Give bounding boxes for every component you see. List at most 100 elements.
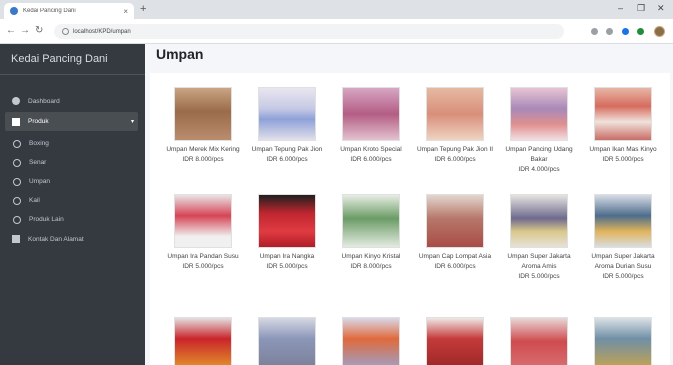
minimize-button[interactable]: – <box>618 3 623 13</box>
product-item[interactable] <box>581 317 665 365</box>
product-item[interactable]: Umpan Ikan Mas Kinyo IDR 5.000/pcs <box>581 87 665 165</box>
extension-icon-2[interactable] <box>637 28 644 35</box>
page-title: Umpan <box>156 46 204 62</box>
product-name: Umpan Kinyo Kristal <box>341 253 401 260</box>
product-price: IDR 5.000/pcs <box>182 263 224 270</box>
product-name: Umpan Cap Lompat Asia <box>418 253 492 260</box>
product-image[interactable] <box>258 87 316 141</box>
product-item[interactable] <box>161 317 245 365</box>
circle-icon <box>13 139 21 148</box>
product-image[interactable] <box>258 317 316 365</box>
close-window-button[interactable]: ✕ <box>657 3 665 14</box>
profile-avatar[interactable] <box>654 26 665 37</box>
site-favicon-icon <box>10 7 18 15</box>
product-image[interactable] <box>594 317 652 365</box>
product-item[interactable]: Umpan Ira Nangka IDR 5.000/pcs <box>245 194 329 272</box>
tab-close-button[interactable]: × <box>123 7 128 16</box>
product-item[interactable] <box>497 317 581 365</box>
dashboard-icon <box>12 97 20 105</box>
sidebar-item-label: Umpan <box>29 178 50 185</box>
circle-icon <box>13 158 21 167</box>
sidebar-menu: Dashboard Produk ▾ Boxing Senar Umpan Ka… <box>0 75 145 249</box>
product-image[interactable] <box>174 87 232 141</box>
product-item[interactable] <box>413 317 497 365</box>
bookmark-star-icon[interactable] <box>606 28 613 35</box>
reload-button[interactable]: ↻ <box>35 25 43 37</box>
product-item[interactable]: Umpan Cap Lompat Asia IDR 6.000/pcs <box>413 194 497 272</box>
browser-tab[interactable]: Kedai Pancing Dani × <box>4 3 134 19</box>
product-image[interactable] <box>342 87 400 141</box>
sidebar-item-label: Kontak Dan Alamat <box>28 235 84 243</box>
back-button[interactable]: ← <box>6 25 16 37</box>
product-image[interactable] <box>342 194 400 248</box>
url-text[interactable]: localhost/KPD/umpan <box>73 29 131 35</box>
product-image[interactable] <box>174 317 232 365</box>
sidebar-item-dashboard[interactable]: Dashboard <box>0 91 145 111</box>
product-item[interactable] <box>329 317 413 365</box>
circle-icon <box>13 177 21 186</box>
product-price: IDR 6.000/pcs <box>266 156 308 163</box>
sidebar-item-produk[interactable]: Produk ▾ <box>5 112 138 131</box>
product-card-container: Umpan Merek Mix Kering IDR 8.000/pcs Ump… <box>150 73 670 365</box>
product-image[interactable] <box>510 317 568 365</box>
product-name: Umpan Pancing Udang Bakar <box>505 146 573 163</box>
product-price: IDR 6.000/pcs <box>434 263 476 270</box>
sidebar-item-senar[interactable]: Senar <box>0 153 145 172</box>
maximize-button[interactable]: ❐ <box>637 3 645 14</box>
product-image[interactable] <box>510 87 568 141</box>
sidebar-item-label: Dashboard <box>28 97 60 105</box>
product-item[interactable]: Umpan Ira Pandan Susu IDR 5.000/pcs <box>161 194 245 272</box>
chevron-down-icon: ▾ <box>130 119 134 125</box>
product-item[interactable]: Umpan Super Jakarta Aroma Durian Susu ID… <box>581 194 665 282</box>
product-name: Umpan Ira Pandan Susu <box>167 253 239 260</box>
product-price: IDR 6.000/pcs <box>434 156 476 163</box>
product-image[interactable] <box>174 194 232 248</box>
product-item[interactable]: Umpan Super Jakarta Aroma Amis IDR 5.000… <box>497 194 581 282</box>
product-image[interactable] <box>426 194 484 248</box>
product-image[interactable] <box>426 87 484 141</box>
sidebar-item-label: Senar <box>29 159 47 166</box>
product-name: Umpan Ira Nangka <box>259 253 315 260</box>
box-icon <box>12 117 20 126</box>
product-image[interactable] <box>342 317 400 365</box>
url-field[interactable]: localhost/KPD/umpan <box>54 24 564 39</box>
product-price: IDR 5.000/pcs <box>602 156 644 163</box>
extension-icon[interactable] <box>622 28 629 35</box>
product-item[interactable]: Umpan Pancing Udang Bakar IDR 4.000/pcs <box>497 87 581 175</box>
product-image[interactable] <box>594 87 652 141</box>
browser-address-bar: ← → ↻ localhost/KPD/umpan <box>0 19 673 44</box>
sidebar-item-kail[interactable]: Kail <box>0 191 145 210</box>
forward-button[interactable]: → <box>20 25 30 37</box>
product-price: IDR 5.000/pcs <box>266 263 308 270</box>
product-price: IDR 5.000/pcs <box>518 273 560 280</box>
sidebar-item-label: Produk Lain <box>29 216 64 223</box>
main-content: Umpan Umpan Merek Mix Kering IDR 8.000/p… <box>145 44 673 365</box>
product-name: Umpan Tepung Pak Jion <box>251 146 323 153</box>
brand-title[interactable]: Kedai Pancing Dani <box>0 44 145 75</box>
product-item[interactable]: Umpan Tepung Pak Jion II IDR 6.000/pcs <box>413 87 497 165</box>
circle-icon <box>13 196 21 205</box>
sidebar-item-label: Kail <box>29 197 40 204</box>
site-info-icon[interactable] <box>62 28 69 35</box>
product-price: IDR 8.000/pcs <box>350 263 392 270</box>
sidebar-item-produk-lain[interactable]: Produk Lain <box>0 210 145 229</box>
product-item[interactable] <box>245 317 329 365</box>
product-name: Umpan Merek Mix Kering <box>166 146 240 153</box>
product-item[interactable]: Umpan Kinyo Kristal IDR 8.000/pcs <box>329 194 413 272</box>
tab-title: Kedai Pancing Dani <box>23 8 76 14</box>
new-tab-button[interactable]: + <box>140 3 146 16</box>
product-image[interactable] <box>426 317 484 365</box>
product-item[interactable]: Umpan Merek Mix Kering IDR 8.000/pcs <box>161 87 245 165</box>
product-name: Umpan Tepung Pak Jion II <box>416 146 494 153</box>
circle-icon <box>13 215 21 224</box>
sidebar-item-umpan[interactable]: Umpan <box>0 172 145 191</box>
sidebar-item-boxing[interactable]: Boxing <box>0 134 145 153</box>
sidebar-item-kontak[interactable]: Kontak Dan Alamat <box>0 229 145 249</box>
product-item[interactable]: Umpan Tepung Pak Jion IDR 6.000/pcs <box>245 87 329 165</box>
product-name: Umpan Super Jakarta Aroma Amis <box>507 253 571 270</box>
product-image[interactable] <box>594 194 652 248</box>
product-image[interactable] <box>258 194 316 248</box>
product-image[interactable] <box>510 194 568 248</box>
translate-icon[interactable] <box>591 28 598 35</box>
product-item[interactable]: Umpan Kroto Special IDR 6.000/pcs <box>329 87 413 165</box>
